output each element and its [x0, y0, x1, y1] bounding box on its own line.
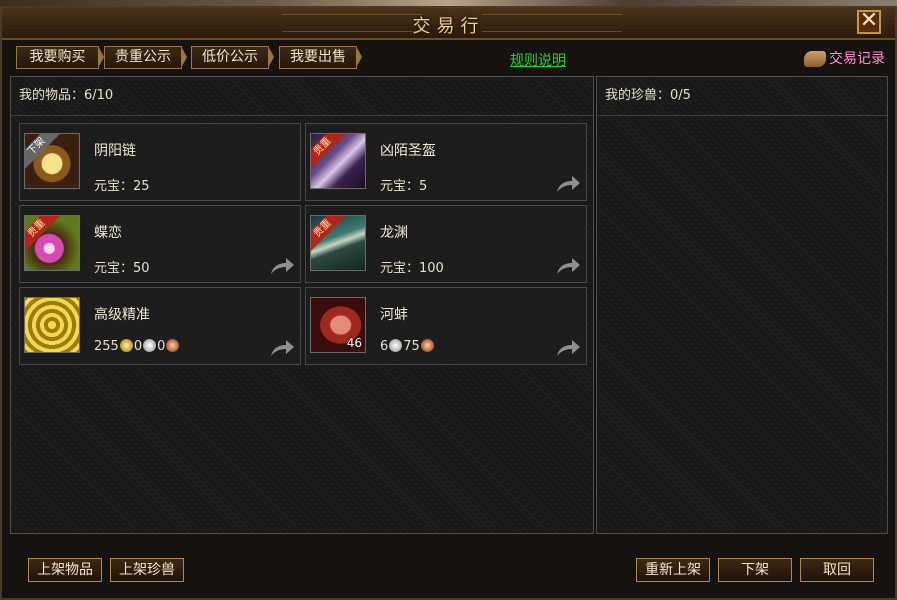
- window-title: 交易行: [412, 16, 485, 37]
- relist-button[interactable]: 重新上架: [636, 558, 710, 582]
- item-slot[interactable]: 下架 阴阳链 元宝：25: [19, 123, 301, 201]
- item-price: 255 0 0: [94, 339, 180, 354]
- delist-button[interactable]: 下架: [718, 558, 792, 582]
- item-slot[interactable]: 贵重 凶陌圣盔 元宝：5: [305, 123, 587, 201]
- valuable-badge: 贵重: [25, 216, 61, 253]
- tab-sell[interactable]: 我要出售: [279, 46, 362, 69]
- copper-amount: 0: [157, 339, 166, 354]
- items-panel-header: 我的物品：6/10: [11, 77, 593, 116]
- list-pet-button[interactable]: 上架珍兽: [110, 558, 184, 582]
- tab-valuable-notice[interactable]: 贵重公示: [104, 46, 187, 69]
- item-slot[interactable]: 高级精准 255 0 0: [19, 287, 301, 365]
- item-price: 元宝：50: [94, 261, 150, 276]
- gold-amount: 255: [94, 339, 119, 354]
- scroll-icon: [804, 51, 826, 67]
- rules-link[interactable]: 规则说明: [510, 50, 566, 70]
- tab-bar: 我要购买 贵重公示 低价公示 我要出售 规则说明 交易记录: [2, 42, 895, 74]
- tab-buy[interactable]: 我要购买: [16, 46, 104, 69]
- close-button[interactable]: ✕: [857, 10, 881, 34]
- share-arrow-icon[interactable]: [554, 256, 582, 276]
- precision-target-icon: [24, 297, 80, 353]
- valuable-badge: 贵重: [311, 216, 347, 253]
- items-panel: 我的物品：6/10 下架 阴阳链 元宝：25 贵重 凶陌圣盔 元宝：5 贵重 蝶…: [10, 76, 594, 534]
- item-name: 阴阳链: [94, 143, 136, 159]
- pets-panel-header: 我的珍兽：0/5: [597, 77, 887, 116]
- item-slot[interactable]: 贵重 蝶恋 元宝：50: [19, 205, 301, 283]
- item-price: 元宝：100: [380, 261, 444, 276]
- river-clam-icon: 46: [310, 297, 366, 353]
- yin-yang-chain-icon: 下架: [24, 133, 80, 189]
- share-arrow-icon[interactable]: [268, 256, 296, 276]
- tab-lowprice-notice[interactable]: 低价公示: [191, 46, 274, 69]
- silver-amount: 6: [380, 339, 389, 354]
- dragon-weapon-icon: 贵重: [310, 215, 366, 271]
- item-name: 龙渊: [380, 225, 408, 241]
- share-arrow-icon[interactable]: [554, 338, 582, 358]
- delisted-badge: 下架: [25, 134, 61, 171]
- retrieve-button[interactable]: 取回: [800, 558, 874, 582]
- title-bar: 交易行 ✕: [2, 8, 895, 40]
- share-arrow-icon[interactable]: [554, 174, 582, 194]
- silver-amount: 0: [133, 339, 143, 354]
- gem-pendant-icon: 贵重: [24, 215, 80, 271]
- helmet-icon: 贵重: [310, 133, 366, 189]
- item-name: 高级精准: [94, 307, 150, 323]
- copper-coin-icon: [166, 339, 180, 352]
- trade-record-button[interactable]: 交易记录: [804, 48, 885, 70]
- gold-coin-icon: [119, 339, 133, 352]
- pets-panel: 我的珍兽：0/5: [596, 76, 888, 534]
- item-price: 元宝：25: [94, 179, 150, 194]
- valuable-badge: 贵重: [311, 134, 347, 171]
- item-price: 元宝：5: [380, 179, 428, 194]
- item-name: 河蚌: [380, 307, 408, 323]
- item-name: 蝶恋: [94, 225, 122, 241]
- item-price: 6 75: [380, 339, 435, 354]
- share-arrow-icon[interactable]: [268, 338, 296, 358]
- stack-count: 46: [346, 336, 362, 350]
- item-name: 凶陌圣盔: [380, 143, 436, 159]
- trade-record-label: 交易记录: [829, 51, 885, 67]
- copper-amount: 75: [403, 339, 420, 354]
- silver-coin-icon: [389, 339, 403, 352]
- item-slot[interactable]: 46 河蚌 6 75: [305, 287, 587, 365]
- trade-window: 交易行 ✕ 我要购买 贵重公示 低价公示 我要出售 规则说明 交易记录 我的物品…: [0, 6, 897, 600]
- item-slot[interactable]: 贵重 龙渊 元宝：100: [305, 205, 587, 283]
- copper-coin-icon: [420, 339, 434, 352]
- silver-coin-icon: [143, 339, 157, 352]
- list-item-button[interactable]: 上架物品: [28, 558, 102, 582]
